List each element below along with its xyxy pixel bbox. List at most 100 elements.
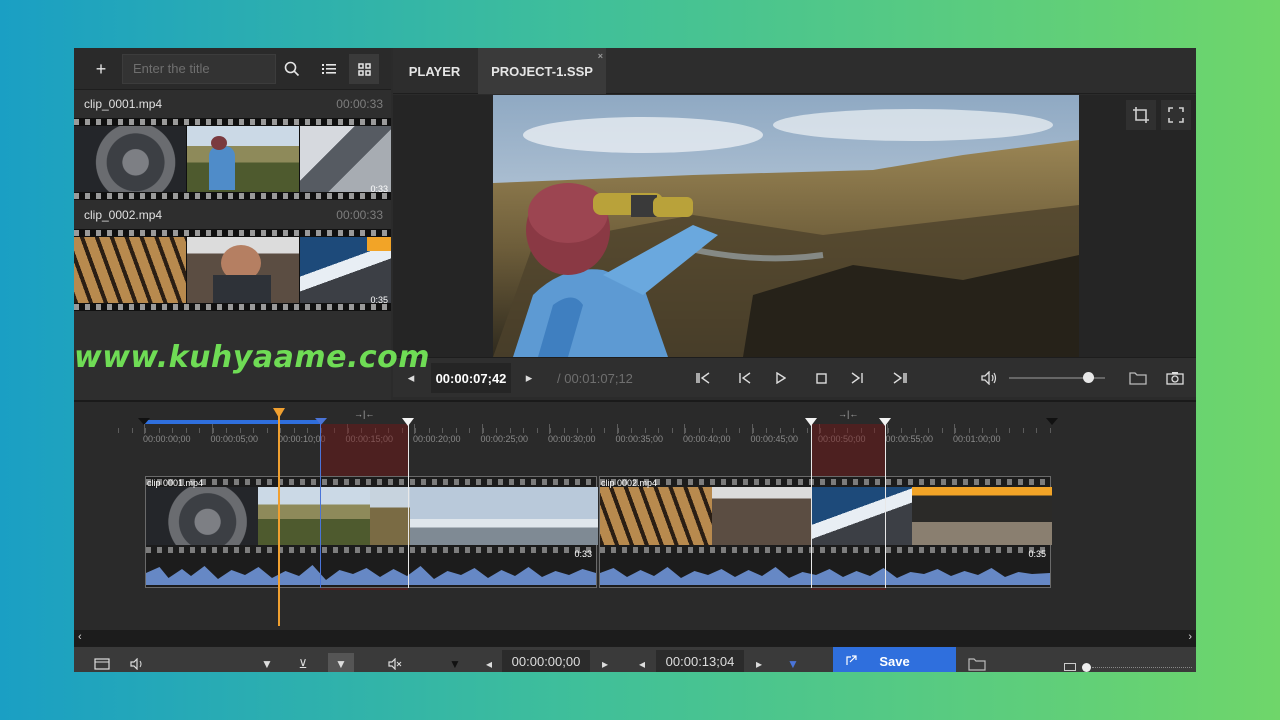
- playhead-line[interactable]: [278, 416, 280, 626]
- mute-button[interactable]: [382, 653, 408, 672]
- tab-label: PLAYER: [408, 63, 461, 79]
- ruler-minor-tick: [901, 428, 902, 433]
- marker-icon: ▼: [335, 657, 347, 671]
- ruler-label: 00:00:25;00: [480, 434, 529, 444]
- open-folder-button[interactable]: [1126, 366, 1150, 390]
- split-marker-handle[interactable]: [879, 418, 891, 426]
- timeline-track-clip-1[interactable]: clip 0001.mp4 0:33: [145, 476, 598, 588]
- timeline-scrollbar[interactable]: ‹ ›: [74, 630, 1196, 646]
- split-marker[interactable]: [885, 422, 886, 588]
- ruler-minor-tick: [253, 428, 254, 433]
- grid-view-button[interactable]: [349, 54, 379, 84]
- save-button[interactable]: Save: [833, 647, 956, 672]
- editor-tabs: PLAYER PROJECT-1.SSP ×: [393, 48, 1196, 94]
- ruler-minor-tick: [172, 428, 173, 433]
- triangle-right-icon: ▸: [525, 370, 533, 385]
- zoom-slider[interactable]: [1092, 667, 1192, 668]
- thumbnail: [74, 237, 186, 303]
- ruler-minor-tick: [496, 428, 497, 433]
- ruler-minor-tick: [941, 428, 943, 433]
- in-time-display[interactable]: 00:00:00;00: [502, 650, 590, 672]
- ruler-label: 00:00:05;00: [210, 434, 259, 444]
- crop-icon: [1133, 107, 1149, 123]
- crop-button[interactable]: [1126, 100, 1156, 130]
- split-marker[interactable]: [811, 422, 812, 588]
- ruler-minor-tick: [563, 428, 565, 433]
- split-marker-handle[interactable]: [402, 418, 414, 426]
- video-preview[interactable]: [493, 95, 1079, 357]
- volume-button[interactable]: [977, 366, 1001, 390]
- selection-range[interactable]: [144, 420, 320, 424]
- previous-button[interactable]: [733, 366, 757, 390]
- close-icon[interactable]: ×: [598, 51, 603, 61]
- project-end-marker[interactable]: [1046, 418, 1058, 425]
- ruler-minor-tick: [779, 428, 781, 433]
- split-marker[interactable]: [408, 422, 409, 588]
- next-frame-button[interactable]: ▸: [519, 366, 539, 390]
- out-time-next[interactable]: ▸: [746, 653, 772, 672]
- search-field[interactable]: [122, 54, 276, 84]
- folder-icon: [1129, 372, 1147, 385]
- zoom-out-icon[interactable]: [1064, 663, 1076, 671]
- video-track-toggle[interactable]: [89, 653, 115, 672]
- go-to-start-button[interactable]: [691, 366, 715, 390]
- tab-player[interactable]: PLAYER: [393, 48, 476, 94]
- zoom-slider-handle[interactable]: [1082, 663, 1091, 672]
- ruler-label: 00:00:55;00: [885, 434, 934, 444]
- snapshot-button[interactable]: [1163, 366, 1187, 390]
- clip-name: clip_0001.mp4: [84, 97, 163, 111]
- timeline-panel[interactable]: 00:00:00;00 00:00:05;00 00:00:10;00 00:00:1…: [74, 400, 1196, 672]
- go-to-end-button[interactable]: [888, 366, 912, 390]
- video-editor-window: + clip_0001.mp4 00:00:33: [74, 48, 1196, 672]
- in-marker-icon: ▼: [449, 657, 461, 671]
- set-in-marker[interactable]: ▼: [442, 653, 468, 672]
- list-view-button[interactable]: [314, 54, 344, 84]
- gap-indicator: →|←: [354, 409, 375, 419]
- search-button[interactable]: [277, 54, 307, 84]
- stop-button[interactable]: [809, 366, 833, 390]
- fullscreen-button[interactable]: [1161, 100, 1191, 130]
- split-marker-handle[interactable]: [805, 418, 817, 426]
- folder-icon: [968, 657, 986, 671]
- plus-icon: +: [95, 58, 107, 79]
- list-icon: [322, 64, 336, 74]
- ruler-minor-tick: [307, 428, 308, 433]
- range-end-line: [320, 422, 321, 588]
- playhead-handle[interactable]: [273, 408, 285, 418]
- search-input[interactable]: [133, 61, 265, 76]
- output-folder-button[interactable]: [964, 653, 990, 672]
- add-media-button[interactable]: +: [86, 54, 116, 84]
- ruler-minor-tick: [685, 428, 686, 433]
- library-clip-2-filmstrip[interactable]: 0:35: [74, 229, 391, 311]
- in-time-prev[interactable]: ◂: [476, 653, 502, 672]
- play-button[interactable]: [769, 366, 793, 390]
- ruler-minor-tick: [752, 428, 754, 433]
- audio-track-toggle[interactable]: [124, 653, 150, 672]
- in-time-next[interactable]: ▸: [592, 653, 618, 672]
- ruler-label: 00:00:35;00: [615, 434, 664, 444]
- ruler-minor-tick: [1049, 428, 1051, 433]
- out-time-prev[interactable]: ◂: [629, 653, 655, 672]
- scroll-left-icon[interactable]: ‹: [78, 631, 82, 643]
- marker-toggle-button[interactable]: ▼: [328, 653, 354, 672]
- library-clip-1-filmstrip[interactable]: 0:33: [74, 118, 391, 200]
- timeline-track-clip-2[interactable]: clip 0002.mp4 0:35: [599, 476, 1052, 588]
- tab-project[interactable]: PROJECT-1.SSP ×: [478, 48, 606, 94]
- gap-indicator: →|←: [838, 409, 859, 419]
- out-time-display[interactable]: 00:00:13;04: [656, 650, 744, 672]
- library-toolbar: +: [74, 48, 391, 90]
- add-marker-button[interactable]: ▼: [254, 653, 280, 672]
- scroll-right-icon[interactable]: ›: [1188, 631, 1192, 643]
- step-forward-icon: [851, 372, 863, 384]
- volume-slider-handle[interactable]: [1082, 372, 1094, 383]
- library-clip-2-header[interactable]: clip_0002.mp4 00:00:33: [74, 204, 391, 226]
- triangle-right-icon: ▸: [601, 657, 609, 671]
- set-out-marker[interactable]: ▼: [780, 653, 806, 672]
- thumbnail: [712, 487, 812, 545]
- current-time-display[interactable]: 00:00:07;42: [431, 363, 511, 393]
- next-button[interactable]: [845, 366, 869, 390]
- ruler-label: 00:00:40;00: [683, 434, 731, 444]
- speaker-icon: [981, 371, 997, 385]
- library-clip-1-header[interactable]: clip_0001.mp4 00:00:33: [74, 93, 391, 115]
- remove-marker-button[interactable]: ⊻: [290, 653, 316, 672]
